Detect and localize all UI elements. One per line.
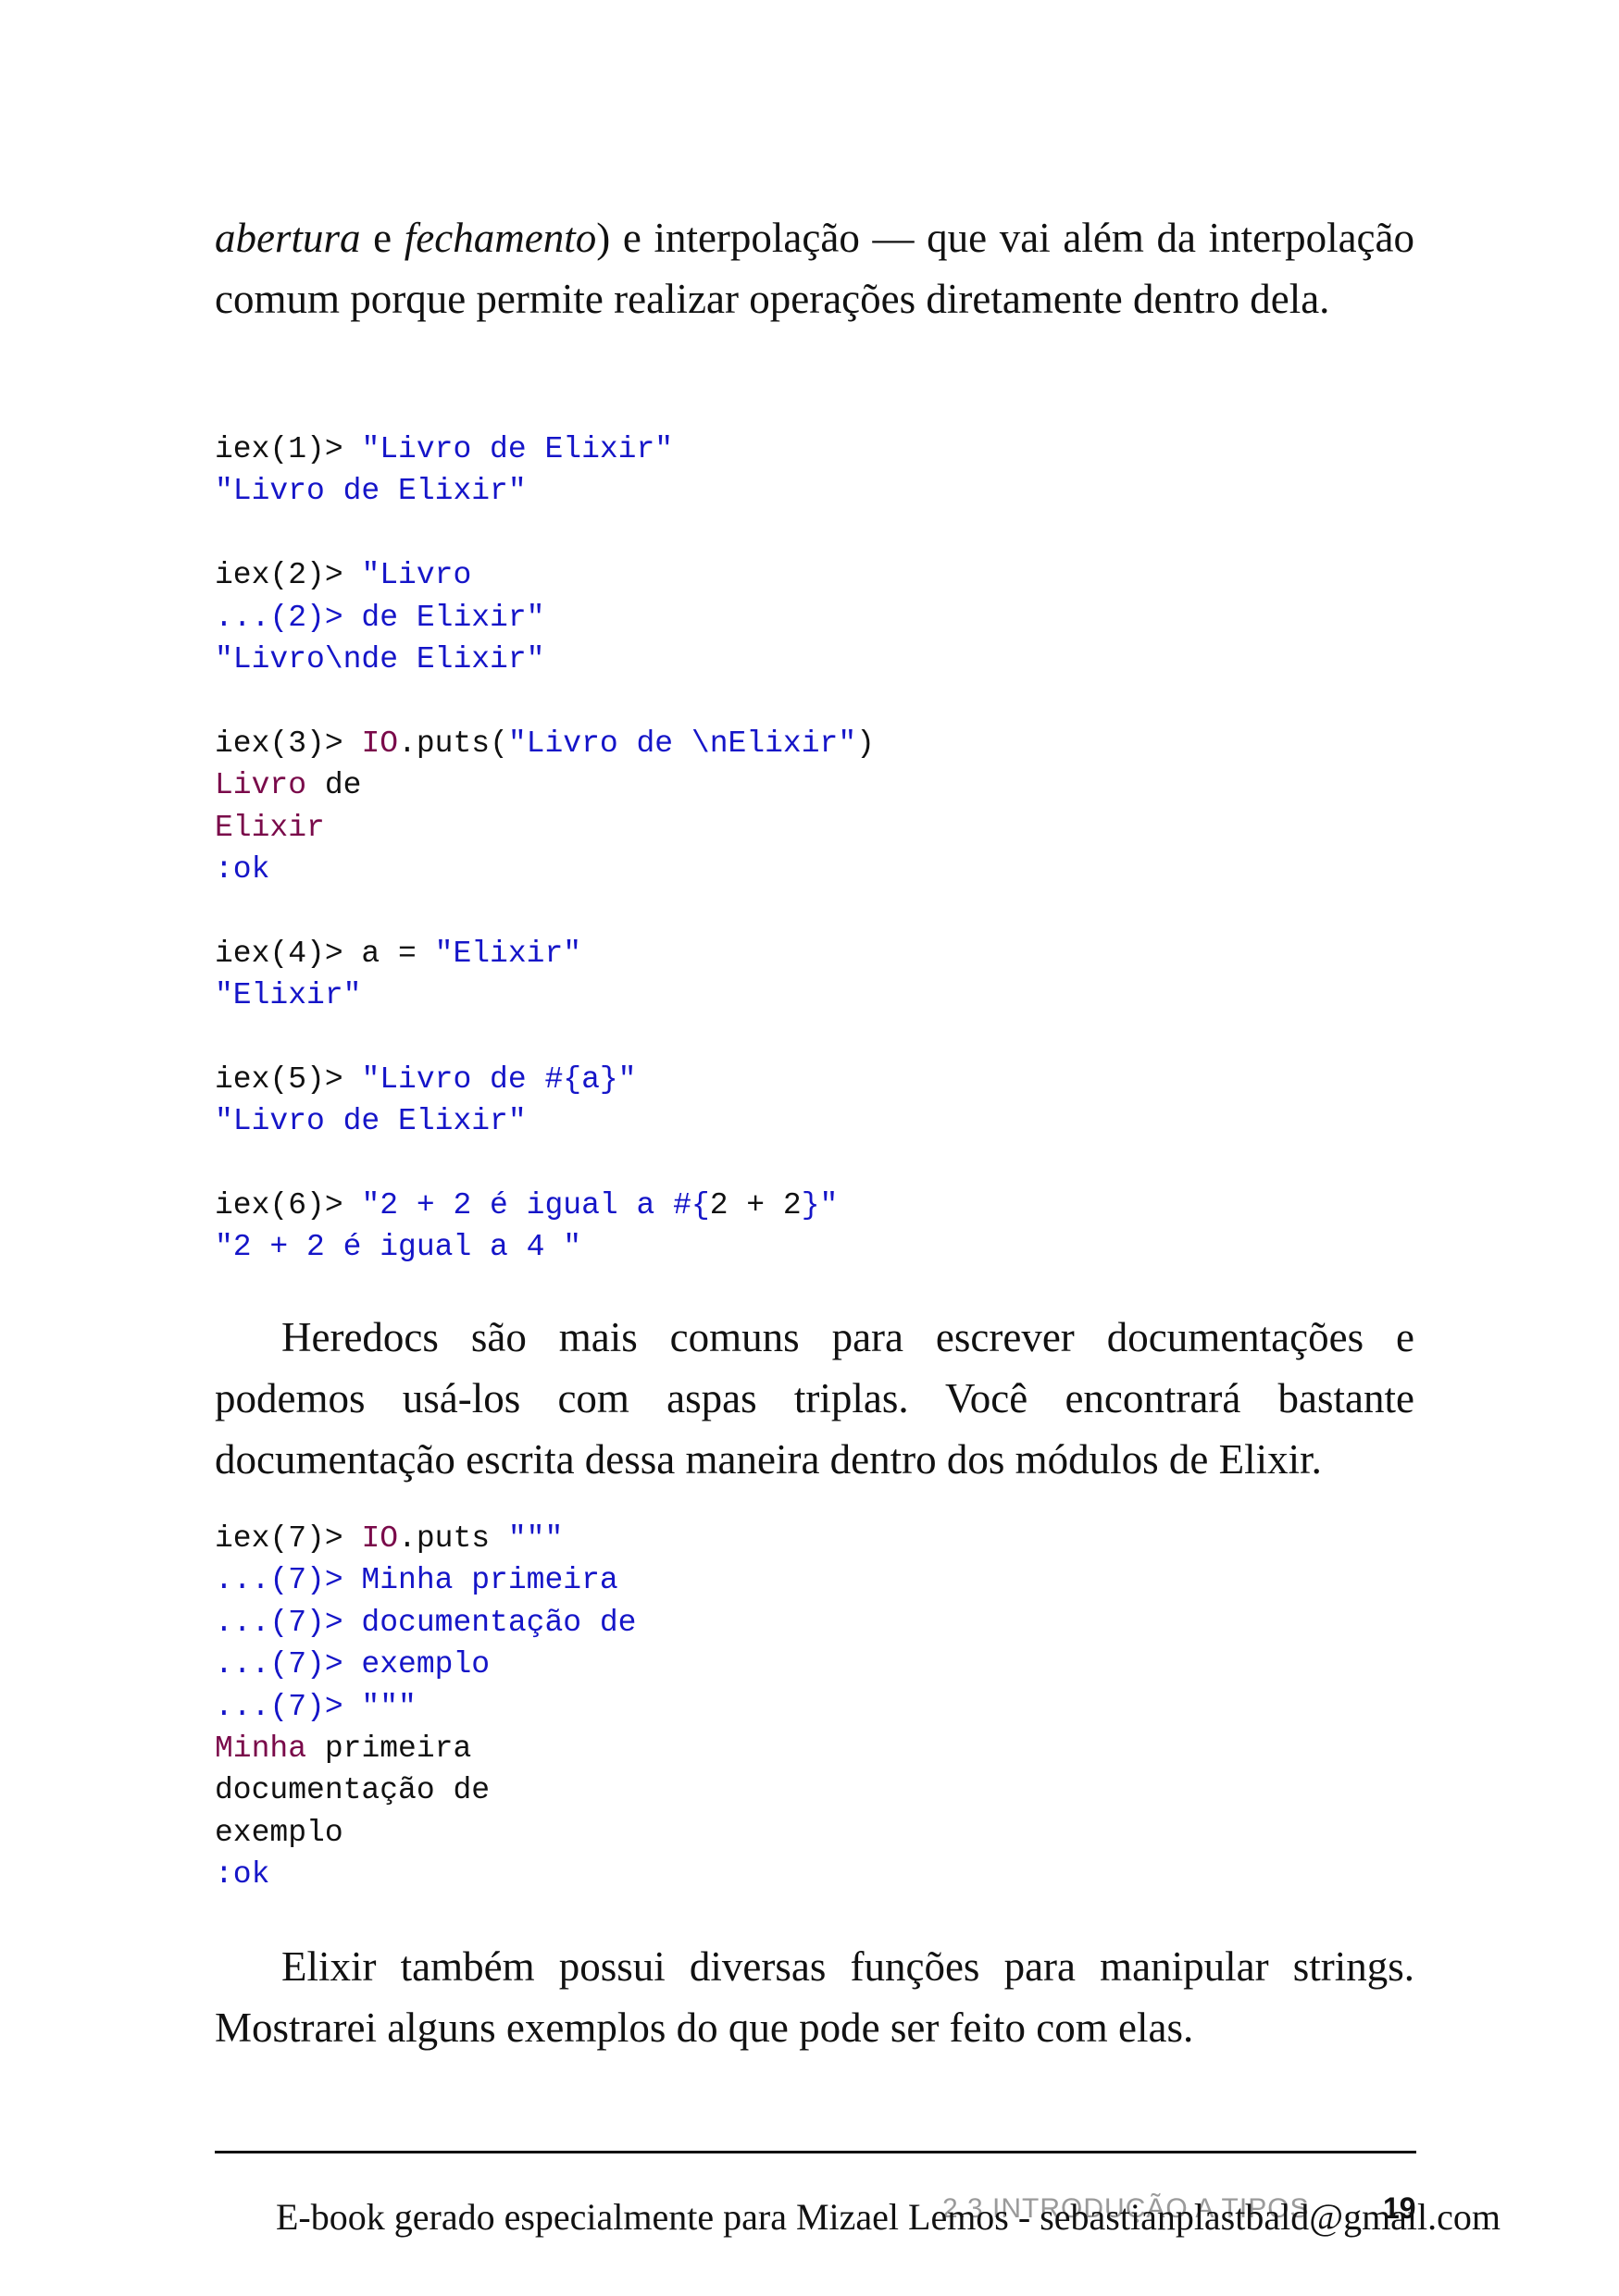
code-token: "Livro de Elixir" (215, 1104, 527, 1139)
code-line: ...(7)> exemplo (215, 1644, 1414, 1685)
paragraph-heredocs: Heredocs são mais comuns para escrever d… (215, 1314, 1414, 1483)
code-line: ...(2)> de Elixir" (215, 597, 1414, 639)
code-line: exemplo (215, 1812, 1414, 1854)
code-token: "Livro de Elixir" (361, 432, 674, 466)
code-line: ...(7)> Minha primeira (215, 1559, 1414, 1601)
code-line: :ok (215, 849, 1414, 890)
code-token: Elixir (215, 810, 325, 845)
code-line: Minha primeira (215, 1728, 1414, 1769)
code-token: "2 + 2 é igual a 4 " (215, 1230, 582, 1265)
code-line: :ok (215, 1854, 1414, 1895)
code-line: Elixir (215, 807, 1414, 849)
italic-term: fechamento (404, 215, 597, 261)
code-line: iex(7)> IO.puts """ (215, 1518, 1414, 1559)
code-token: iex(7)> (215, 1521, 362, 1556)
code-line: "Livro de Elixir" (215, 470, 1414, 512)
code-line: iex(5)> "Livro de #{a}" (215, 1059, 1414, 1100)
code-token: :ok (215, 1857, 270, 1893)
code-line: ...(7)> """ (215, 1686, 1414, 1728)
code-token: "2 + 2 é igual a #{ (361, 1188, 710, 1223)
code-token: ...(7)> """ (215, 1689, 417, 1724)
code-token: "Livro de \nElixir" (507, 726, 857, 761)
code-token: 2 + 2 (709, 1188, 802, 1223)
paragraph-text: e (360, 215, 405, 261)
code-token: ...(7)> exemplo (215, 1647, 491, 1682)
code-line: "Elixir" (215, 974, 1414, 1016)
code-token: de (306, 768, 362, 803)
code-line: "2 + 2 é igual a 4 " (215, 1226, 1414, 1268)
code-line: ...(7)> documentação de (215, 1602, 1414, 1644)
code-token: ...(7)> Minha primeira (215, 1563, 618, 1598)
code-line: iex(2)> "Livro (215, 554, 1414, 596)
code-token: }" (801, 1188, 839, 1223)
code-token: exemplo (215, 1815, 343, 1850)
document-page: abertura e fechamento) e interpolação — … (0, 0, 1619, 2296)
code-token: iex(3)> (215, 726, 362, 761)
page-number: 19 (1383, 2191, 1416, 2225)
code-line: Livro de (215, 764, 1414, 806)
code-token: documentação de (215, 1773, 491, 1808)
code-token: :ok (215, 851, 270, 887)
code-token: Minha (215, 1731, 307, 1766)
code-line: iex(1)> "Livro de Elixir" (215, 428, 1414, 470)
code-token: IO (361, 1521, 399, 1556)
code-token: """ (507, 1521, 564, 1556)
code-token: iex(6)> (215, 1188, 362, 1223)
paragraph-string-functions: Elixir também possui diversas funções pa… (215, 1943, 1414, 2051)
code-block-heredoc: iex(7)> IO.puts """ ...(7)> Minha primeir… (215, 1518, 1414, 1896)
code-token: ) (856, 726, 875, 761)
code-block-strings: iex(1)> "Livro de Elixir" "Livro de Elixi… (215, 428, 1414, 1269)
code-token: IO (361, 726, 399, 761)
code-token: primeira (306, 1731, 472, 1766)
code-line: "Livro\nde Elixir" (215, 639, 1414, 680)
footer-rule (215, 2151, 1416, 2153)
code-line: iex(6)> "2 + 2 é igual a #{2 + 2}" (215, 1185, 1414, 1226)
code-token: "Livro de #{a}" (361, 1061, 637, 1097)
code-token: ...(2)> de Elixir" (215, 600, 545, 635)
code-token: "Livro\nde Elixir" (215, 641, 545, 676)
code-token: Livro (215, 768, 307, 803)
code-line: iex(4)> a = "Elixir" (215, 933, 1414, 974)
code-token: "Elixir" (215, 978, 362, 1013)
code-token: .puts( (398, 726, 508, 761)
code-token: "Livro de Elixir" (215, 474, 527, 509)
code-token: "Elixir" (434, 936, 582, 971)
code-token: iex(2)> (215, 558, 362, 593)
code-token: iex(1)> (215, 432, 362, 466)
code-token: ...(7)> documentação de (215, 1605, 637, 1640)
code-token: .puts (398, 1521, 508, 1556)
code-token: iex(5)> (215, 1061, 362, 1097)
code-token: iex(4)> a = (215, 936, 435, 971)
code-token: "Livro (361, 558, 472, 593)
watermark-text: E-book gerado especialmente para Mizael … (276, 2196, 1501, 2238)
code-line: iex(3)> IO.puts("Livro de \nElixir") (215, 723, 1414, 764)
italic-term: abertura (215, 215, 361, 261)
code-line: documentação de (215, 1769, 1414, 1811)
code-line: "Livro de Elixir" (215, 1100, 1414, 1142)
paragraph-intro: abertura e fechamento) e interpolação — … (215, 207, 1414, 329)
